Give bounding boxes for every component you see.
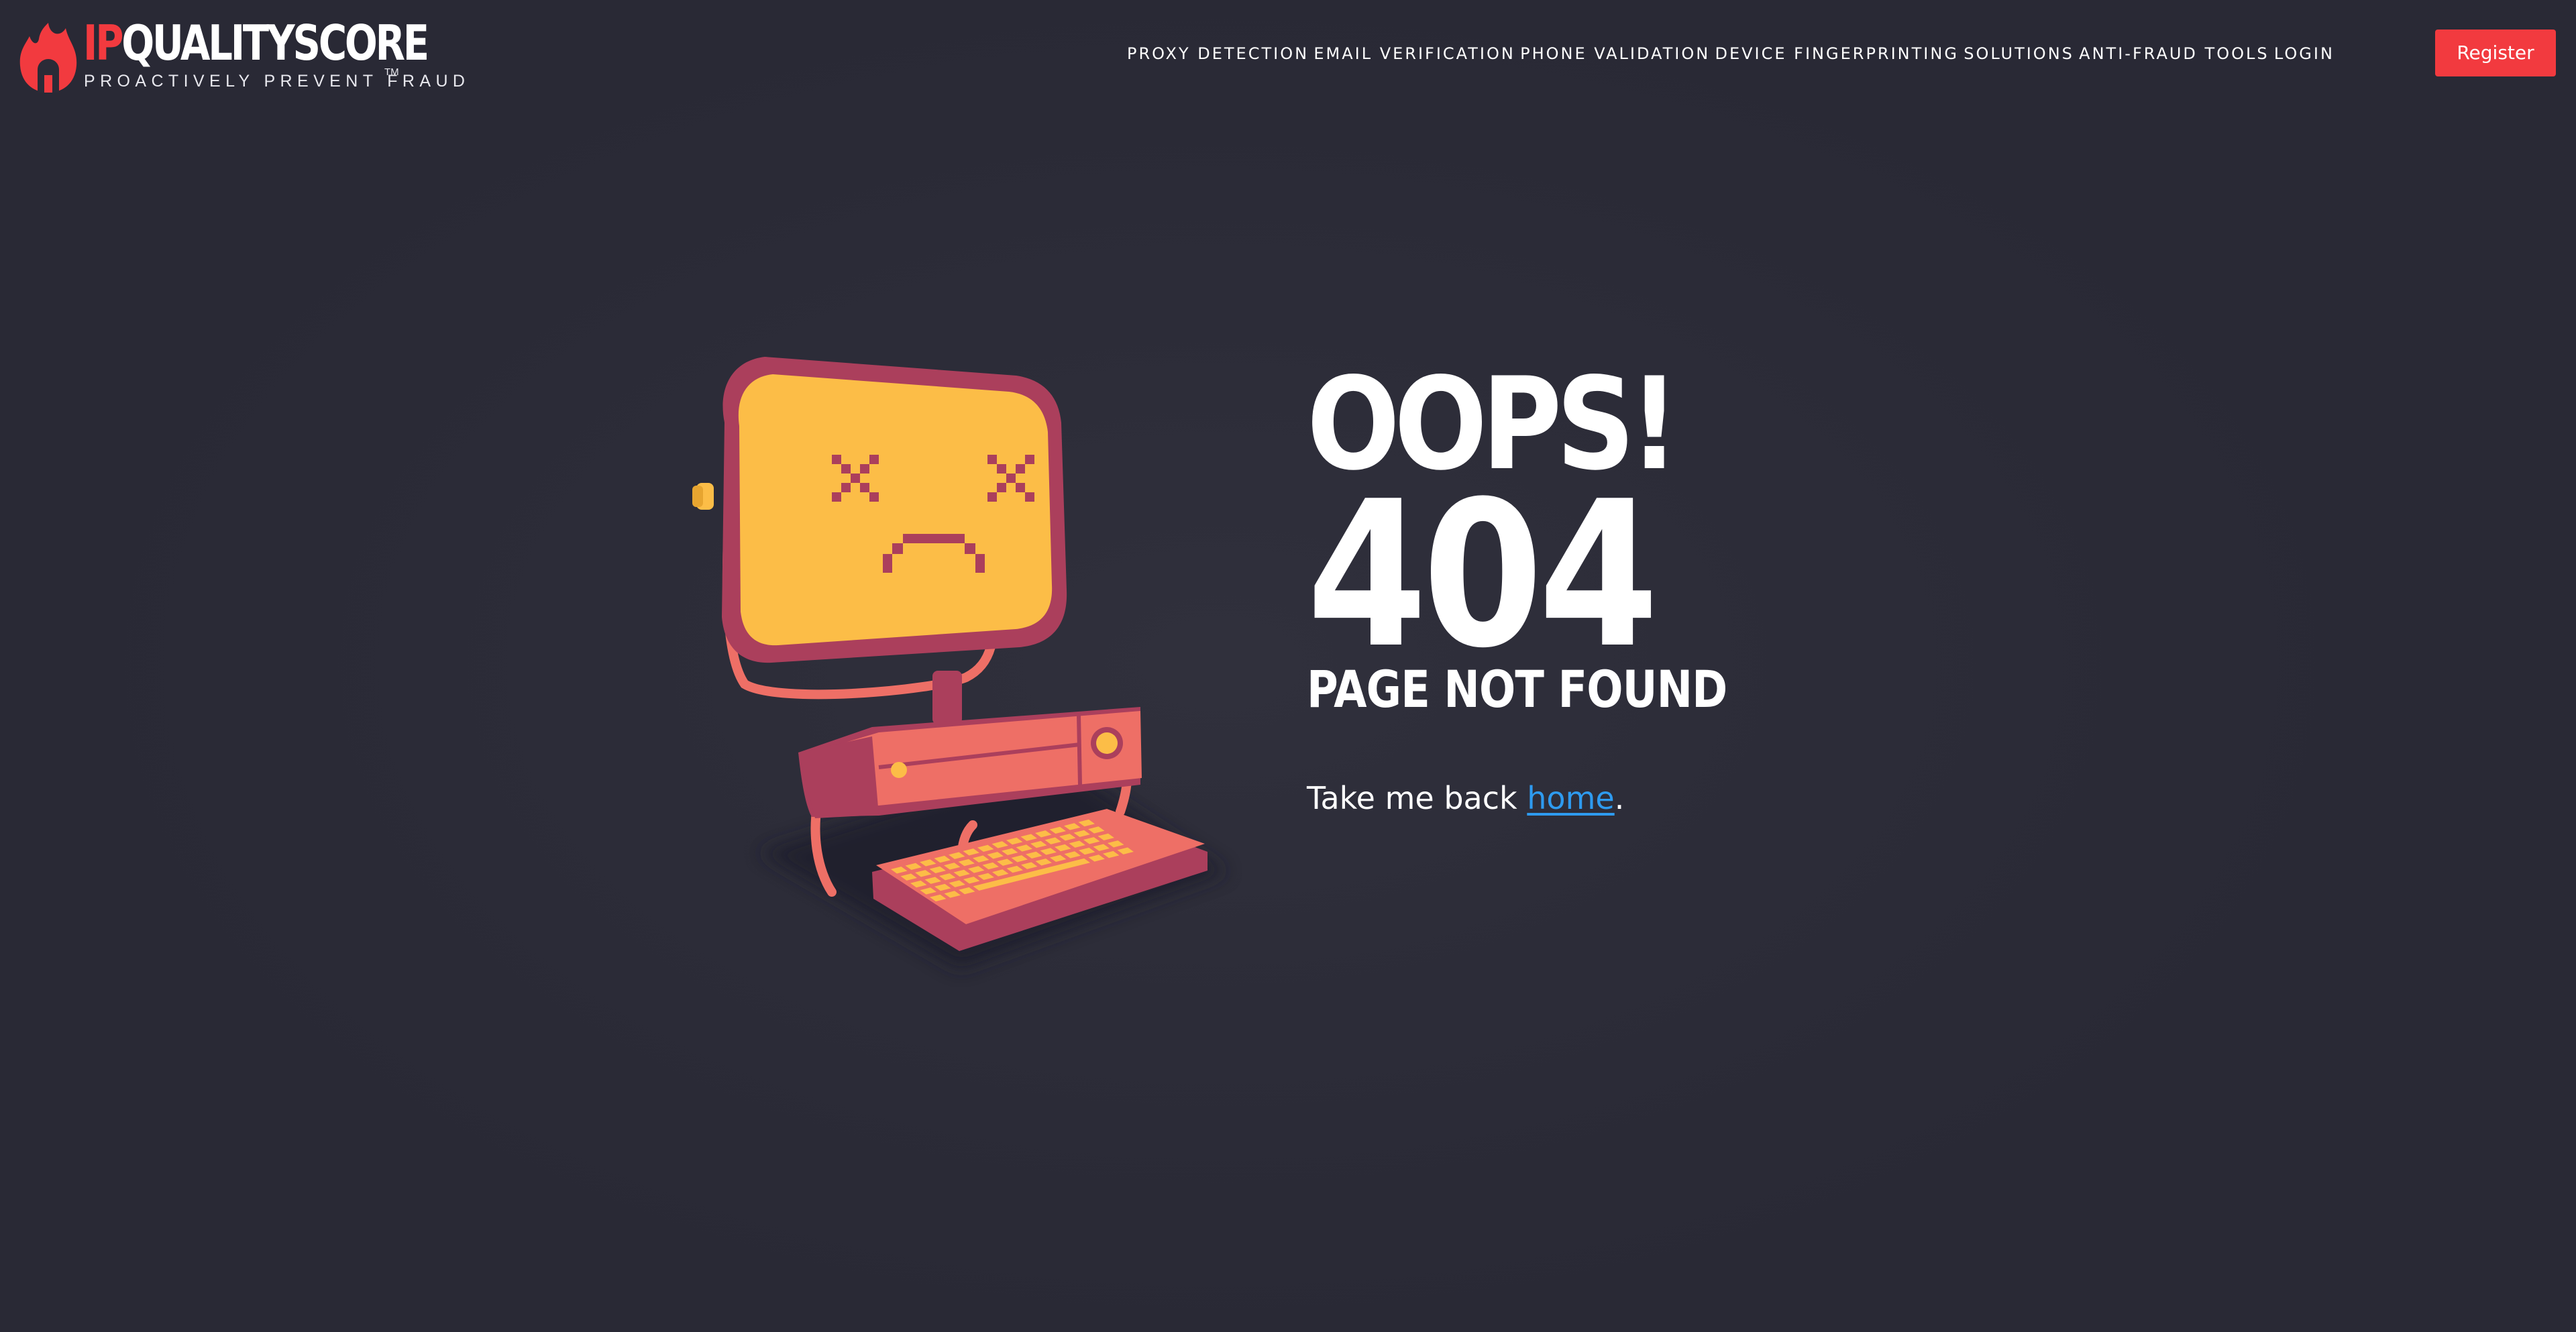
site-header: IPQUALITYSCORE PROACTIVELY PREVENT FRAUD…	[0, 0, 2576, 107]
nav-anti-fraud-tools[interactable]: ANTI-FRAUD TOOLS	[2079, 40, 2269, 67]
error-code: 404	[1307, 458, 1659, 692]
sad-computer-illustration	[692, 357, 1228, 969]
nav-solutions[interactable]: SOLUTIONS	[1964, 40, 2074, 67]
nav-login[interactable]: LOGIN	[2274, 40, 2334, 67]
home-link[interactable]: home	[1527, 780, 1614, 816]
logo-wordmark-suffix: QUALITYSCORE	[121, 15, 429, 71]
back-home-prefix: Take me back	[1307, 780, 1527, 816]
nav-phone-validation[interactable]: PHONE VALIDATION	[1520, 40, 1710, 67]
logo-wordmark-prefix: IP	[83, 15, 123, 71]
register-button[interactable]: Register	[2435, 30, 2556, 76]
nav-proxy-detection[interactable]: PROXY DETECTION	[1127, 40, 1309, 67]
error-message: PAGE NOT FOUND	[1307, 659, 1727, 719]
monitor-neck	[932, 671, 962, 724]
logo-trademark: TM	[384, 66, 399, 78]
logo-link[interactable]: IPQUALITYSCORE PROACTIVELY PREVENT FRAUD…	[19, 15, 465, 95]
nav-device-fingerprinting[interactable]: DEVICE FINGERPRINTING	[1715, 40, 1958, 67]
monitor	[692, 357, 1067, 663]
back-home-suffix: .	[1614, 780, 1625, 816]
nav-email-verification[interactable]: EMAIL VERIFICATION	[1313, 40, 1515, 67]
main-nav: PROXY DETECTION EMAIL VERIFICATION PHONE…	[1127, 40, 2334, 67]
back-home-text: Take me back home.	[1307, 779, 1624, 817]
flame-logo-icon	[19, 23, 77, 93]
error-block: OOPS! 404 PAGE NOT FOUND Take me back ho…	[1307, 361, 1843, 817]
logo-tagline: PROACTIVELY PREVENT FRAUD	[84, 72, 470, 91]
logo-wordmark: IPQUALITYSCORE	[83, 15, 429, 71]
